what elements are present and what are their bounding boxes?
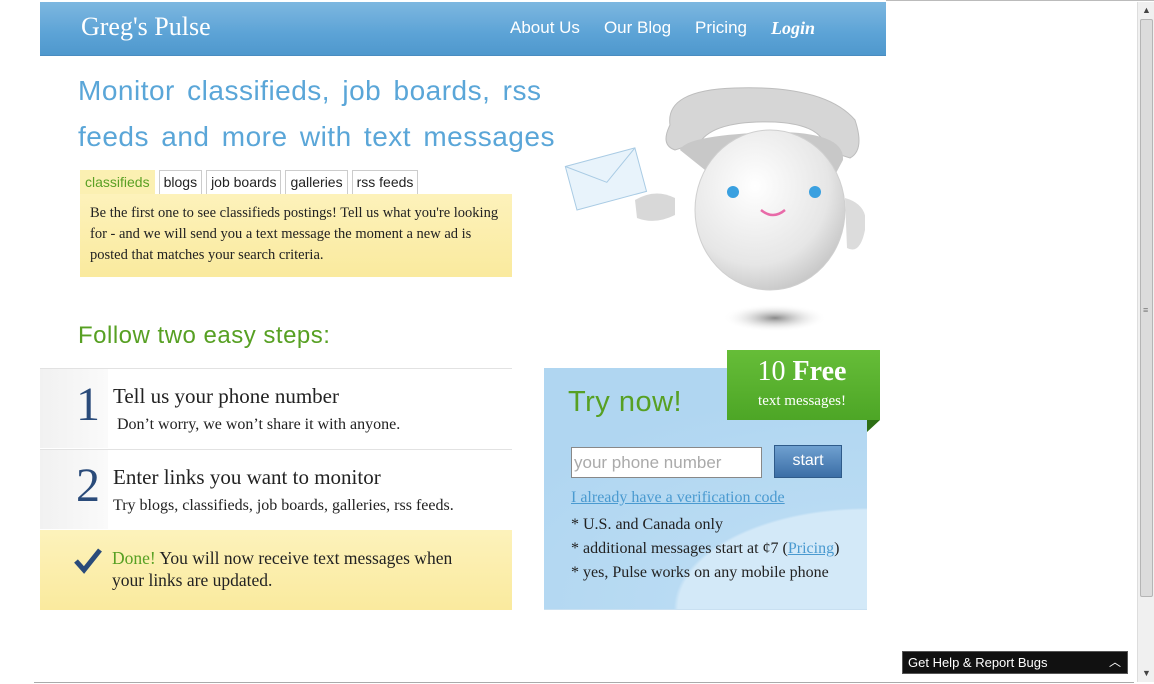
tab-panel-text: Be the first one to see classifieds post… [80, 194, 512, 277]
phone-number-input[interactable] [571, 447, 762, 478]
tab-blogs[interactable]: blogs [158, 170, 203, 194]
step-title: Tell us your phone number [113, 384, 339, 408]
mascot-right-eye [809, 186, 821, 198]
try-notes: * U.S. and Canada only * additional mess… [571, 513, 839, 585]
ribbon-headline: 10 Free [757, 356, 847, 387]
tab-rss-feeds[interactable]: rss feeds [351, 170, 419, 194]
chevron-up-icon[interactable]: ︿ [1109, 652, 1121, 673]
scroll-down-arrow-icon[interactable]: ▼ [1138, 665, 1154, 682]
try-now-title: Try now! [568, 386, 683, 418]
tab-classifieds[interactable]: classifieds [80, 170, 155, 194]
page-headline: Monitor classifieds, job boards, rss fee… [78, 75, 555, 152]
verification-code-link[interactable]: I already have a verification code [571, 489, 785, 507]
phone-mascot-illustration [564, 87, 865, 332]
nav-our-blog[interactable]: Our Blog [604, 18, 671, 39]
main-nav: About Us Our Blog Pricing Login [510, 18, 815, 39]
ribbon-fold [867, 420, 880, 432]
brand-logo[interactable]: Greg's Pulse [81, 12, 211, 42]
grip-icon: ≡ [1143, 305, 1149, 315]
checkmark-icon [74, 548, 102, 574]
envelope-icon [564, 147, 648, 211]
scrollbar-thumb[interactable]: ≡ [1140, 19, 1153, 597]
done-message: Done! You will now receive text messages… [112, 547, 472, 591]
ribbon-subtext: text messages! [758, 393, 846, 409]
nav-login[interactable]: Login [771, 18, 815, 39]
vertical-scrollbar[interactable]: ▲ ≡ ▼ [1137, 2, 1154, 682]
mascot-body [694, 129, 846, 291]
done-text: You will now receive text messages when … [112, 548, 453, 590]
nav-pricing[interactable]: Pricing [695, 18, 747, 39]
tab-job-boards[interactable]: job boards [206, 170, 282, 194]
page-gutter [0, 0, 40, 684]
mascot-shadow [723, 304, 827, 332]
help-report-bugs-bar[interactable]: Get Help & Report Bugs ︿ [902, 651, 1128, 674]
site-header: Greg's Pulse About Us Our Blog Pricing L… [40, 2, 886, 56]
done-word: Done! [112, 548, 156, 568]
step-title: Enter links you want to monitor [113, 465, 381, 489]
start-button[interactable]: start [774, 445, 842, 478]
step-number: 1 [76, 378, 100, 431]
bottom-border [34, 682, 1134, 683]
source-tabs: classifieds blogs job boards galleries r… [80, 170, 419, 194]
help-bar-label: Get Help & Report Bugs [908, 655, 1048, 670]
note-pricing: * additional messages start at ¢7 (Prici… [571, 540, 840, 557]
step-2: 2 Enter links you want to monitor Try bl… [40, 449, 512, 529]
nav-about-us[interactable]: About Us [510, 18, 580, 39]
step-1: 1 Tell us your phone number Don’t worry,… [40, 368, 512, 448]
mascot-left-eye [727, 186, 739, 198]
steps-title: Follow two easy steps: [78, 322, 331, 349]
pricing-link[interactable]: Pricing [788, 540, 834, 557]
note-mobile: * yes, Pulse works on any mobile phone [571, 564, 829, 581]
free-messages-ribbon: 10 Free text messages! [727, 350, 880, 420]
step-subtitle: Don’t worry, we won’t share it with anyo… [117, 416, 401, 433]
step-number: 2 [76, 459, 100, 512]
step-subtitle: Try blogs, classifieds, job boards, gall… [113, 497, 454, 514]
page: Greg's Pulse About Us Our Blog Pricing L… [40, 0, 886, 684]
browser-viewport: Greg's Pulse About Us Our Blog Pricing L… [0, 0, 1154, 684]
scroll-up-arrow-icon[interactable]: ▲ [1138, 2, 1154, 19]
note-region: * U.S. and Canada only [571, 516, 723, 533]
tab-galleries[interactable]: galleries [285, 170, 348, 194]
step-done: Done! You will now receive text messages… [40, 530, 512, 610]
